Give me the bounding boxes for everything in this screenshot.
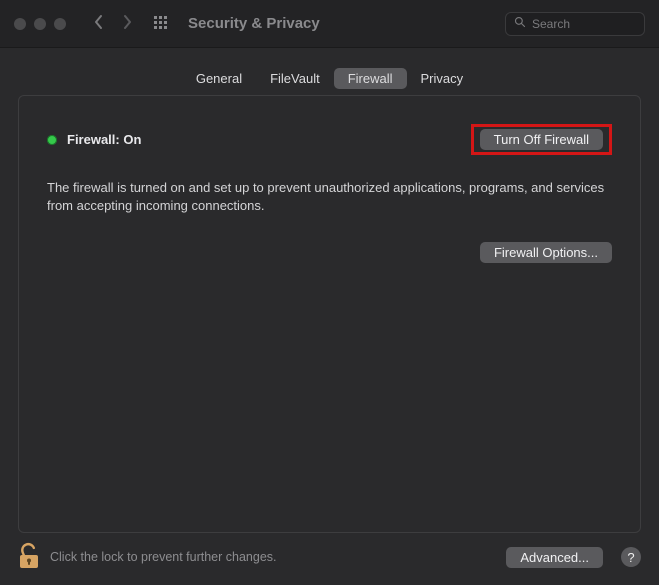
options-row: Firewall Options... — [47, 242, 612, 263]
toolbar: Security & Privacy — [0, 0, 659, 48]
content: General FileVault Firewall Privacy Firew… — [0, 48, 659, 533]
turn-off-firewall-button[interactable]: Turn Off Firewall — [480, 129, 603, 150]
minimize-window-icon[interactable] — [34, 18, 46, 30]
footer: Click the lock to prevent further change… — [0, 529, 659, 585]
show-all-icon[interactable] — [154, 16, 170, 32]
search-input[interactable] — [532, 17, 636, 31]
nav-arrows — [92, 14, 134, 33]
lock-icon[interactable] — [18, 542, 40, 573]
tab-privacy[interactable]: Privacy — [407, 68, 478, 89]
back-button[interactable] — [92, 14, 106, 33]
advanced-button[interactable]: Advanced... — [506, 547, 603, 568]
tab-firewall[interactable]: Firewall — [334, 68, 407, 89]
firewall-options-button[interactable]: Firewall Options... — [480, 242, 612, 263]
firewall-panel: Firewall: On Turn Off Firewall The firew… — [18, 95, 641, 533]
help-button[interactable]: ? — [621, 547, 641, 567]
tab-general[interactable]: General — [182, 68, 256, 89]
firewall-description: The firewall is turned on and set up to … — [47, 179, 607, 214]
close-window-icon[interactable] — [14, 18, 26, 30]
tab-bar: General FileVault Firewall Privacy — [18, 68, 641, 89]
lock-description: Click the lock to prevent further change… — [50, 550, 277, 564]
search-icon — [514, 16, 526, 31]
status-left: Firewall: On — [47, 132, 141, 147]
forward-button[interactable] — [120, 14, 134, 33]
tab-filevault[interactable]: FileVault — [256, 68, 334, 89]
status-row: Firewall: On Turn Off Firewall — [47, 124, 612, 155]
status-indicator-icon — [47, 135, 57, 145]
zoom-window-icon[interactable] — [54, 18, 66, 30]
search-field[interactable] — [505, 12, 645, 36]
firewall-status-label: Firewall: On — [67, 132, 141, 147]
annotation-highlight: Turn Off Firewall — [471, 124, 612, 155]
window-controls — [14, 18, 66, 30]
window-title: Security & Privacy — [188, 15, 320, 32]
